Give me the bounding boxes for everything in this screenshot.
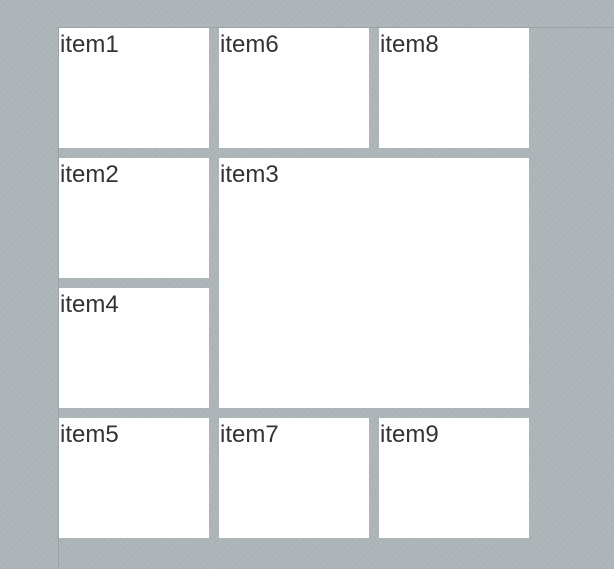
grid-item-2: item2	[59, 158, 209, 278]
grid-container: item1 item6 item8 item2 item3 item4 item…	[58, 27, 614, 569]
grid-item-5: item5	[59, 418, 209, 538]
grid: item1 item6 item8 item2 item3 item4 item…	[59, 28, 529, 538]
grid-item-6: item6	[219, 28, 369, 148]
grid-item-1: item1	[59, 28, 209, 148]
grid-item-3: item3	[219, 158, 529, 408]
grid-item-9: item9	[379, 418, 529, 538]
grid-item-7: item7	[219, 418, 369, 538]
grid-item-8: item8	[379, 28, 529, 148]
grid-item-4: item4	[59, 288, 209, 408]
